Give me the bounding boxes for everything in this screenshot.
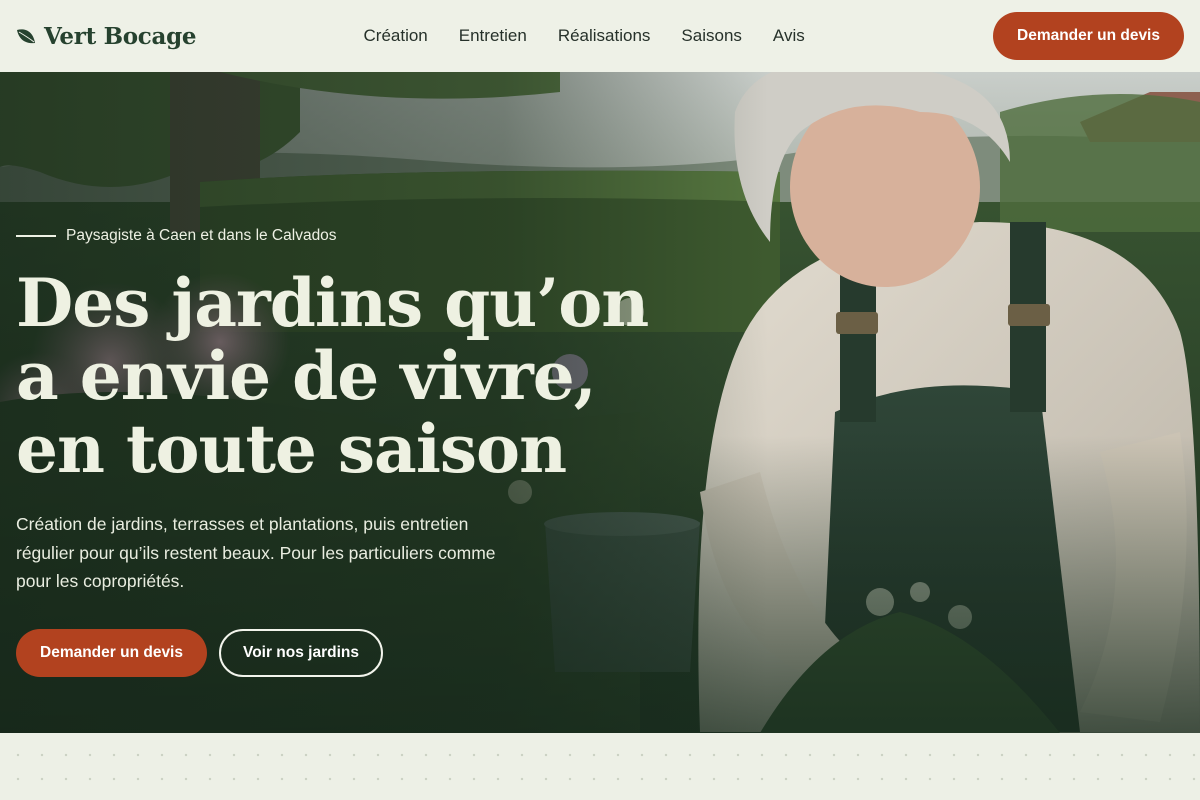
hero-description: Création de jardins, terrasses et planta…: [16, 514, 496, 591]
nav-item-saisons[interactable]: Saisons: [666, 26, 757, 46]
hero-eyebrow-text: Paysagiste à Caen et dans le Calvados: [66, 227, 337, 244]
nav-item-realisations[interactable]: Réalisations: [542, 26, 666, 46]
view-gardens-button[interactable]: Voir nos jardins: [219, 629, 383, 677]
brand-logo[interactable]: Vert Bocage: [16, 22, 197, 50]
brand-name: Vert Bocage: [44, 22, 197, 50]
header-quote-button[interactable]: Demander un devis: [993, 12, 1184, 60]
hero-quote-button[interactable]: Demander un devis: [16, 629, 207, 677]
main-nav: Création Entretien Réalisations Saisons …: [348, 0, 820, 72]
eyebrow-divider: [16, 235, 56, 237]
nav-item-avis[interactable]: Avis: [757, 26, 820, 46]
nav-item-creation[interactable]: Création: [348, 26, 443, 46]
nav-item-entretien[interactable]: Entretien: [443, 26, 542, 46]
hero-title: Des jardins qu’on a envie de vivre, en t…: [16, 267, 656, 486]
hero-title-line: en toute saison: [16, 410, 567, 488]
hero-section: Paysagiste à Caen et dans le Calvados De…: [0, 72, 1200, 733]
leaf-icon: [17, 29, 35, 44]
hero-title-line: Des jardins qu’on: [16, 264, 649, 342]
hero-eyebrow: Paysagiste à Caen et dans le Calvados: [16, 227, 337, 245]
hero-title-line: a envie de vivre,: [16, 337, 597, 415]
dotted-section-background: [0, 733, 1200, 800]
site-header: Vert Bocage Création Entretien Réalisati…: [0, 0, 1200, 72]
